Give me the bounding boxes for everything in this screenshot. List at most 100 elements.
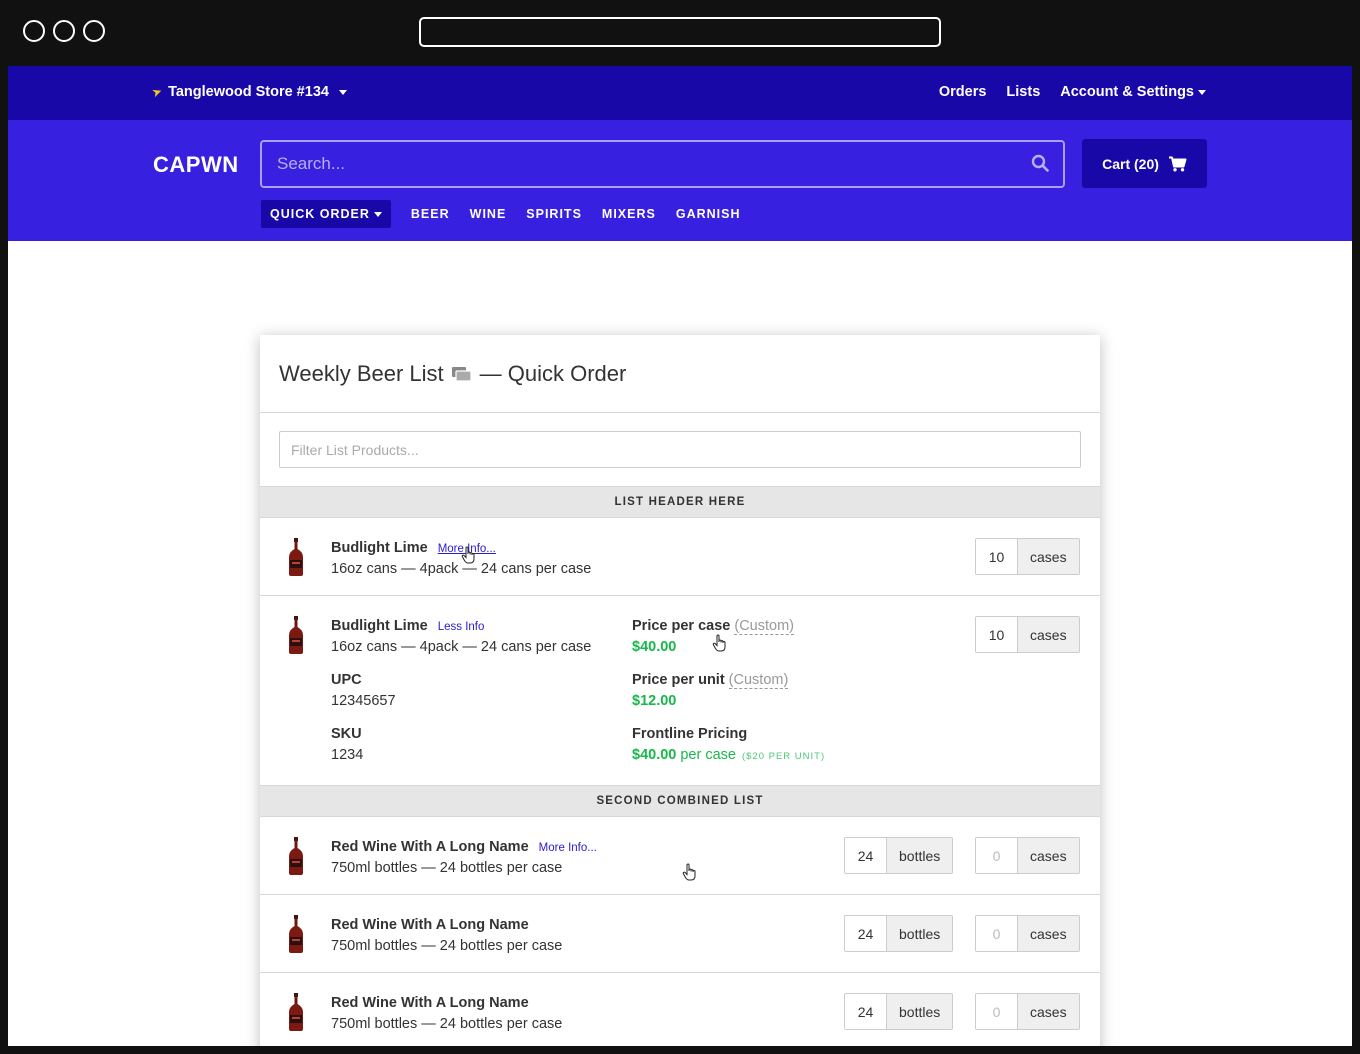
frontline-note: ($20 PER UNIT) (741, 751, 826, 762)
quick-order-label: QUICK ORDER (270, 207, 370, 221)
sku-label: SKU (331, 726, 362, 742)
cart-button[interactable]: Cart (20) (1082, 139, 1207, 188)
upc-value: 12345657 (331, 693, 396, 709)
price-per-unit-value: $12.00 (632, 693, 677, 709)
case-quantity-value[interactable]: 10 (976, 617, 1018, 652)
frontline-per: per case (680, 747, 736, 763)
folders-icon[interactable] (451, 366, 472, 382)
less-info-link[interactable]: Less Info (438, 621, 485, 633)
list-title: Weekly Beer List (279, 360, 444, 386)
list-item-expanded: Budlight Lime Less Info 16oz cans — 4pac… (260, 596, 1100, 786)
price-per-unit-label: Price per unit (Custom) (632, 672, 789, 689)
window-minimize-button[interactable] (53, 20, 75, 42)
case-quantity-stepper[interactable]: 0 cases (975, 837, 1080, 874)
category-spirits[interactable]: SPIRITS (516, 200, 592, 228)
chevron-down-icon (373, 212, 382, 218)
location-arrow-icon: ➤ (149, 83, 165, 101)
hand-pointer-icon (682, 863, 696, 881)
product-description: 16oz cans — 4pack — 24 cans per case (331, 561, 592, 577)
bottle-icon (289, 837, 303, 875)
case-quantity-value[interactable]: 0 (976, 994, 1018, 1029)
bottle-icon (289, 915, 303, 953)
case-unit-label: cases (1018, 617, 1079, 652)
custom-price-tag[interactable]: (Custom) (734, 618, 794, 635)
nav-account-menu[interactable]: Account & Settings (1060, 84, 1206, 100)
chevron-down-icon (338, 89, 347, 95)
more-info-link[interactable]: More Info... (539, 842, 597, 854)
case-quantity-value[interactable]: 10 (976, 539, 1018, 574)
category-garnish[interactable]: GARNISH (666, 200, 751, 228)
more-info-link[interactable]: More Info... (438, 543, 496, 555)
case-quantity-stepper[interactable]: 0 cases (975, 993, 1080, 1030)
store-selector[interactable]: ➤ Tanglewood Store #134 (149, 83, 347, 101)
custom-price-tag[interactable]: (Custom) (728, 672, 789, 689)
search-icon[interactable] (1031, 154, 1049, 172)
bottle-icon (289, 993, 303, 1031)
hand-pointer-icon (712, 634, 726, 652)
case-quantity-stepper[interactable]: 0 cases (975, 915, 1080, 952)
list-item: Red Wine With A Long Name 750ml bottles … (260, 895, 1100, 973)
search-input[interactable] (262, 142, 1063, 186)
category-beer[interactable]: BEER (401, 200, 460, 228)
nav-orders-link[interactable]: Orders (939, 84, 987, 100)
nav-lists-link[interactable]: Lists (1006, 84, 1040, 100)
bottle-unit-label: bottles (887, 994, 953, 1029)
search-box (260, 140, 1065, 188)
product-description: 16oz cans — 4pack — 24 cans per case (331, 639, 592, 655)
case-quantity-stepper[interactable]: 10 cases (975, 538, 1080, 575)
chevron-down-icon (1198, 89, 1206, 95)
cart-label: Cart (20) (1102, 155, 1159, 172)
address-bar[interactable] (419, 17, 941, 47)
case-quantity-value[interactable]: 0 (976, 916, 1018, 951)
card-title: Weekly Beer List — Quick Order (260, 335, 1100, 413)
quick-order-menu[interactable]: QUICK ORDER (261, 200, 391, 228)
case-unit-label: cases (1018, 994, 1079, 1029)
sku-value: 1234 (331, 747, 364, 763)
bottle-quantity-value[interactable]: 24 (845, 838, 887, 873)
product-description: 750ml bottles — 24 bottles per case (331, 860, 563, 876)
bottle-quantity-value[interactable]: 24 (845, 916, 887, 951)
top-navigation: ➤ Tanglewood Store #134 Orders Lists Acc… (8, 66, 1352, 120)
frontline-pricing-label: Frontline Pricing (632, 726, 748, 742)
site-header: CAPWN Cart (20) QUICK ORDER BE (8, 120, 1352, 241)
product-description: 750ml bottles — 24 bottles per case (331, 1016, 563, 1032)
product-name: Red Wine With A Long Name More Info... (331, 839, 597, 855)
list-subtitle: — Quick Order (479, 360, 627, 386)
bottle-quantity-value[interactable]: 24 (845, 994, 887, 1029)
product-name: Red Wine With A Long Name (331, 917, 529, 933)
case-quantity-stepper[interactable]: 10 cases (975, 616, 1080, 653)
product-name-text: Budlight Lime (331, 540, 428, 556)
price-per-case-label-text: Price per case (632, 618, 731, 634)
bottle-quantity-stepper[interactable]: 24 bottles (844, 993, 954, 1030)
bottle-quantity-stepper[interactable]: 24 bottles (844, 915, 954, 952)
frontline-price: $40.00 (632, 747, 677, 763)
bottle-unit-label: bottles (887, 838, 953, 873)
quick-order-card: Weekly Beer List — Quick Order LIST HEAD… (260, 335, 1100, 1046)
product-description: 750ml bottles — 24 bottles per case (331, 938, 563, 954)
bottle-quantity-stepper[interactable]: 24 bottles (844, 837, 954, 874)
filter-products-input[interactable] (279, 431, 1081, 468)
product-name-text: Red Wine With A Long Name (331, 839, 529, 855)
product-name-text: Budlight Lime (331, 618, 428, 634)
case-quantity-value[interactable]: 0 (976, 838, 1018, 873)
case-unit-label: cases (1018, 838, 1079, 873)
browser-titlebar (0, 0, 1360, 62)
bottle-icon (289, 538, 303, 576)
product-name: Red Wine With A Long Name (331, 995, 529, 1011)
site-logo[interactable]: CAPWN (153, 152, 239, 178)
price-per-unit-label-text: Price per unit (632, 672, 725, 688)
window-maximize-button[interactable] (83, 20, 105, 42)
category-wine[interactable]: WINE (460, 200, 517, 228)
section-header: SECOND COMBINED LIST (260, 786, 1100, 817)
store-name: Tanglewood Store #134 (168, 84, 329, 100)
page-viewport: ➤ Tanglewood Store #134 Orders Lists Acc… (8, 66, 1352, 1046)
price-per-case-label: Price per case (Custom) (632, 618, 794, 635)
section-header: LIST HEADER HERE (260, 487, 1100, 518)
nav-account-label: Account & Settings (1060, 84, 1194, 100)
cart-icon (1168, 156, 1187, 171)
list-item: Red Wine With A Long Name 750ml bottles … (260, 973, 1100, 1046)
filter-area (260, 413, 1100, 487)
product-name: Budlight Lime More Info... (331, 540, 496, 556)
window-close-button[interactable] (23, 20, 45, 42)
category-mixers[interactable]: MIXERS (592, 200, 666, 228)
